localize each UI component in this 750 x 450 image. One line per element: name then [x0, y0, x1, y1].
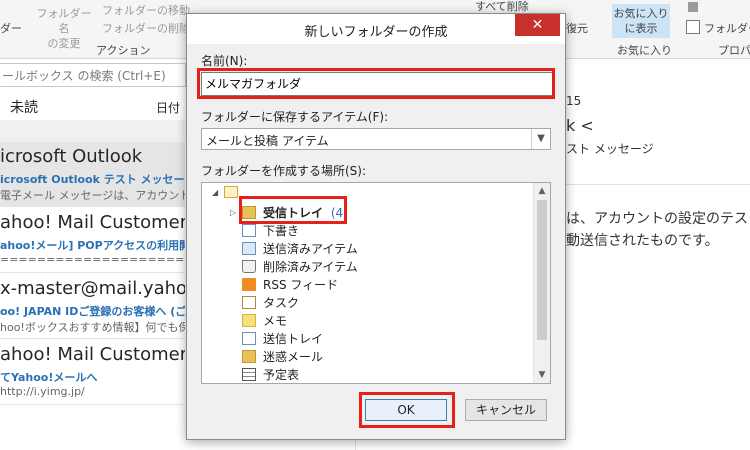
dialog-titlebar[interactable]: 新しいフォルダーの作成 ✕: [187, 14, 565, 44]
tree-item[interactable]: メモ: [242, 312, 287, 329]
tree-item[interactable]: 送信済みアイテム: [242, 240, 358, 257]
scrollbar-thumb[interactable]: [537, 200, 547, 340]
list-item[interactable]: ahoo! Mail Customer S ahoo!メール] POPアクセスの…: [0, 208, 185, 273]
ribbon-group-action: アクション: [96, 44, 151, 57]
reading-date: 15: [566, 94, 582, 108]
ribbon-cut-label: ダー: [0, 22, 22, 35]
collapse-arrow-icon[interactable]: ◢: [212, 188, 218, 197]
tree-scrollbar[interactable]: ▲ ▼: [533, 183, 550, 383]
calendar-icon: [242, 368, 256, 381]
sort-by-date[interactable]: 日付: [156, 99, 180, 116]
tasks-icon: [242, 296, 256, 309]
reading-divider: [566, 184, 750, 185]
location-label: フォルダーを作成する場所(S):: [201, 164, 367, 178]
message-subject: icrosoft Outlook テスト メッセージ: [0, 173, 185, 186]
tree-item-label: 予定表: [263, 368, 300, 382]
tree-item-label: 送信済みアイテム: [263, 242, 358, 256]
trash-icon: [242, 260, 256, 273]
ribbon-group-properties: プロパ: [718, 44, 750, 57]
tree-item-label: 削除済みアイテム: [263, 260, 358, 274]
highlight-name-field: [197, 68, 555, 99]
tree-item[interactable]: 送信トレイ: [242, 330, 323, 347]
item-type-select[interactable]: メールと投稿 アイテム ▼: [201, 128, 551, 150]
close-icon[interactable]: ✕: [515, 14, 560, 36]
message-preview: http://i.yimg.jp/: [0, 385, 85, 398]
message-list-header: 未読 日付: [0, 92, 185, 121]
tree-item-label: 迷惑メール: [263, 350, 324, 364]
new-folder-dialog: 新しいフォルダーの作成 ✕ 名前(N): フォルダーに保存するアイテム(F): …: [186, 13, 566, 440]
message-sender: x-master@mail.yahoo: [0, 278, 185, 299]
drafts-icon: [242, 224, 256, 237]
ribbon-icon: [688, 2, 698, 12]
highlight-ok-button: [359, 392, 455, 428]
message-sender: icrosoft Outlook: [0, 146, 143, 167]
list-group-band: [0, 120, 185, 142]
tree-item-label: 下書き: [263, 224, 300, 238]
item-type-value: メールと投稿 アイテム: [206, 134, 329, 148]
tree-item[interactable]: タスク: [242, 294, 299, 311]
scroll-down-icon[interactable]: ▼: [534, 367, 550, 383]
junk-folder-icon: [242, 350, 256, 363]
item-type-label: フォルダーに保存するアイテム(F):: [201, 110, 389, 124]
message-subject: ahoo!メール] POPアクセスの利用開始: [0, 239, 185, 252]
rss-icon: [242, 278, 256, 291]
notes-icon: [242, 314, 256, 327]
properties-icon: [686, 20, 700, 34]
message-preview: =================================: [0, 253, 185, 266]
list-item[interactable]: x-master@mail.yahoo oo! JAPAN IDご登録のお客様へ…: [0, 274, 185, 339]
outbox-icon: [242, 332, 256, 345]
delete-folder-button[interactable]: フォルダーの削除: [102, 20, 190, 36]
tree-item-label: タスク: [263, 296, 300, 310]
dialog-title: 新しいフォルダーの作成: [304, 25, 448, 40]
tree-item-label: 送信トレイ: [263, 332, 324, 346]
tree-item[interactable]: 下書き: [242, 222, 299, 239]
delete-all-button[interactable]: すべて削除: [475, 0, 529, 14]
restore-button[interactable]: 復元: [566, 20, 588, 36]
folder-properties-button[interactable]: フォルダーの: [704, 20, 750, 36]
move-folder-button[interactable]: フォルダーの移動: [102, 2, 190, 18]
unread-filter[interactable]: 未読: [10, 97, 38, 117]
tree-item-label: メモ: [263, 314, 288, 328]
reading-body-line1: は、アカウントの設定のテスト: [566, 211, 750, 227]
message-sender: ahoo! Mail Customer S: [0, 344, 185, 365]
tree-item[interactable]: 迷惑メール: [242, 348, 323, 365]
sent-items-icon: [242, 242, 256, 255]
chevron-down-icon[interactable]: ▼: [531, 129, 550, 149]
show-in-favorites-button[interactable]: お気に入り に表示: [612, 4, 670, 38]
expand-arrow-icon[interactable]: ▷: [230, 208, 236, 217]
tree-item[interactable]: 予定表: [242, 366, 299, 383]
scroll-up-icon[interactable]: ▲: [534, 183, 550, 199]
reading-body-line2: 動送信されたものです。: [566, 233, 719, 249]
message-subject: oo! JAPAN IDご登録のお客様へ (ご: [0, 305, 185, 318]
tree-item[interactable]: 削除済みアイテム: [242, 258, 358, 275]
ribbon-group-favorites: お気に入り: [617, 44, 672, 57]
cancel-button[interactable]: キャンセル: [465, 399, 547, 421]
reading-subject: スト メッセージ: [566, 142, 654, 156]
name-label: 名前(N):: [201, 54, 248, 68]
favorites-button-label: お気に入り に表示: [613, 7, 669, 35]
message-preview: 電子メール メッセージは、アカウントの設定: [0, 189, 185, 202]
tree-item-label: RSS フィード: [263, 278, 339, 292]
highlight-inbox: [239, 196, 347, 224]
list-item[interactable]: icrosoft Outlook icrosoft Outlook テスト メッ…: [0, 142, 185, 207]
tree-item[interactable]: RSS フィード: [242, 276, 338, 293]
list-item[interactable]: ahoo! Mail Customer S てYahoo!メールへ http:/…: [0, 340, 185, 405]
mailbox-icon: [224, 186, 238, 198]
message-subject: てYahoo!メールへ: [0, 371, 98, 384]
search-placeholder: ールボックス の検索 (Ctrl+E): [2, 69, 166, 83]
reading-from: k <: [566, 116, 594, 135]
rename-folder-button[interactable]: フォルダー名 の変更: [34, 6, 94, 51]
message-preview: hoo!ボックスおすすめ情報】何でも保存で: [0, 321, 185, 334]
search-box[interactable]: ールボックス の検索 (Ctrl+E): [0, 63, 186, 87]
message-sender: ahoo! Mail Customer S: [0, 212, 185, 233]
